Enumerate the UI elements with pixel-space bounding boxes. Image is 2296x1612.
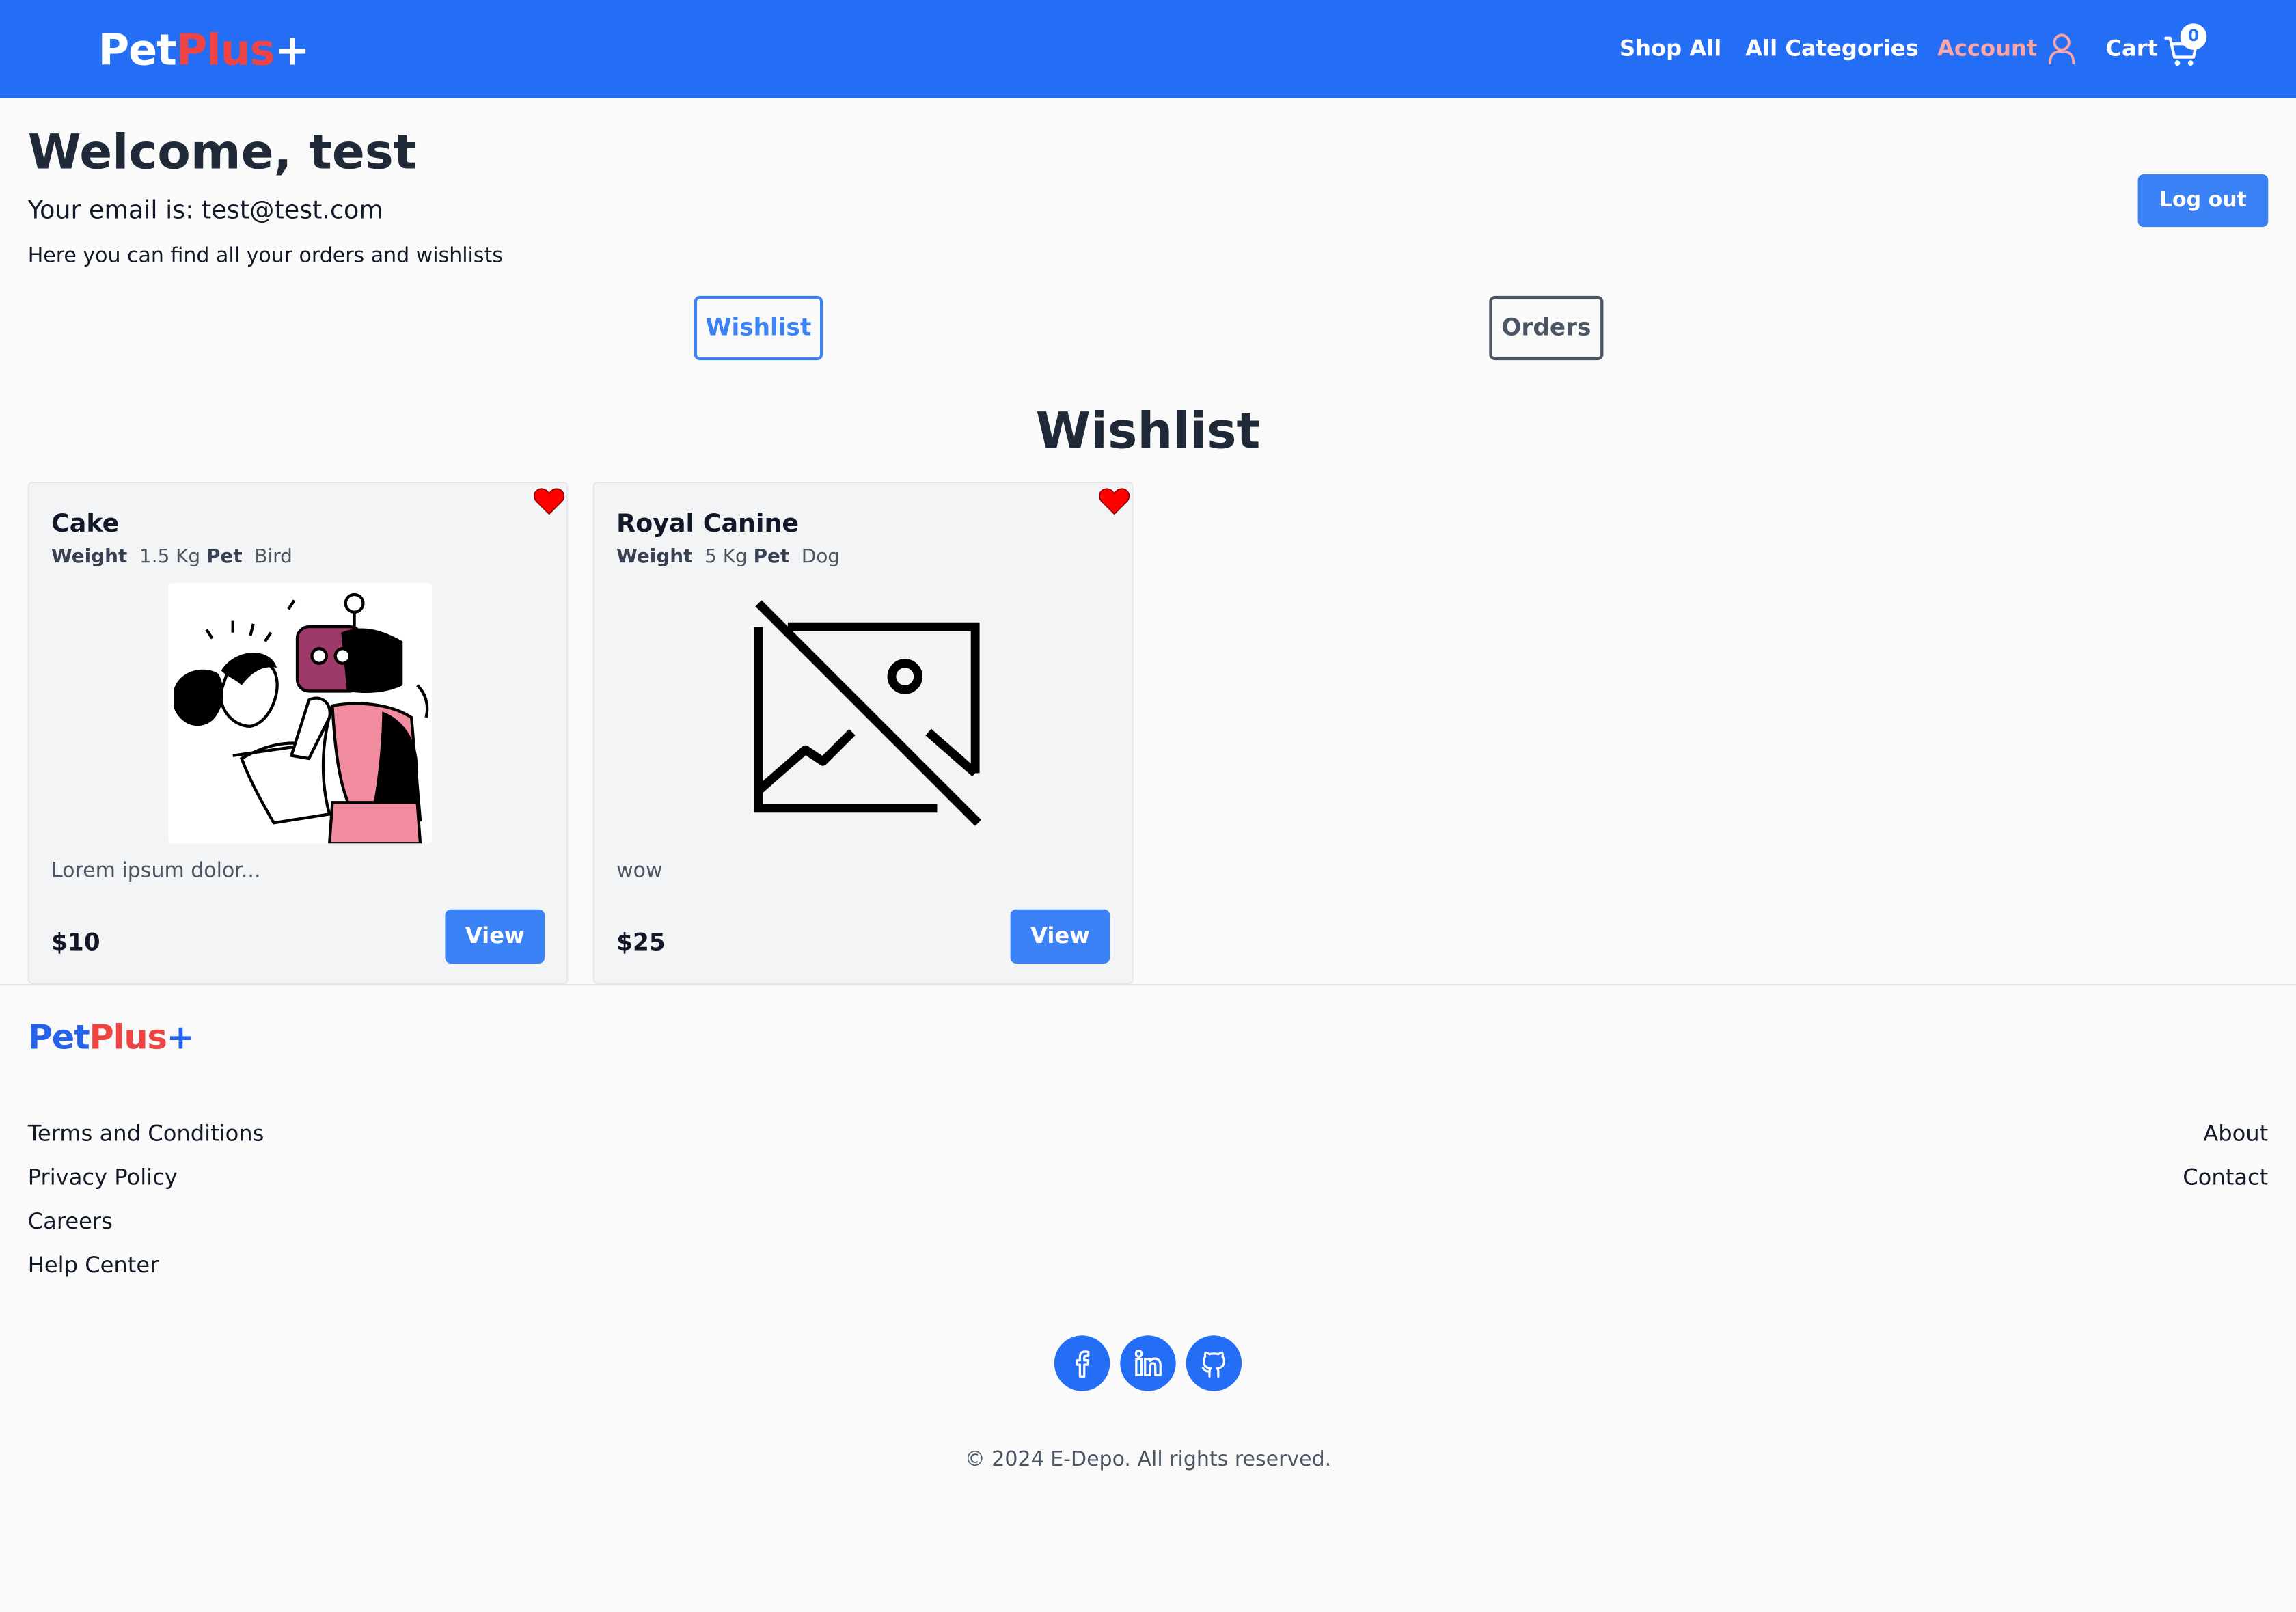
footer-link-help-center[interactable]: Help Center: [28, 1252, 159, 1279]
pet-label: Pet: [206, 546, 243, 569]
github-icon: [1201, 1351, 1226, 1378]
weight-label: Weight: [616, 546, 693, 569]
heart-icon[interactable]: [533, 486, 565, 515]
product-price: $10: [51, 928, 100, 957]
image-unavailable-icon[interactable]: [752, 597, 981, 826]
facebook-button[interactable]: [1054, 1335, 1110, 1391]
nav-all-categories[interactable]: All Categories: [1745, 35, 1918, 62]
pet-value: Dog: [801, 546, 840, 569]
product-meta: Weight 5 Kg Pet Dog: [616, 546, 840, 569]
heart-icon[interactable]: [1098, 486, 1130, 515]
account-description: Here you can find all your orders and wi…: [27, 244, 503, 269]
product-card: Royal Canine Weight 5 Kg Pet Dog wow $25…: [592, 482, 1134, 984]
logo-plus-sign: +: [274, 25, 310, 75]
user-icon[interactable]: [2047, 32, 2077, 65]
tab-orders[interactable]: Orders: [1489, 295, 1604, 361]
footer-link-terms[interactable]: Terms and Conditions: [28, 1120, 264, 1147]
cart-count-badge: 0: [2180, 23, 2207, 50]
footer-link-privacy[interactable]: Privacy Policy: [28, 1164, 178, 1191]
logo-plus-text: Plus: [89, 1019, 167, 1058]
footer-link-careers[interactable]: Careers: [28, 1208, 113, 1235]
view-product-button[interactable]: View: [445, 909, 545, 964]
weight-value: 1.5 Kg: [139, 546, 201, 569]
brand-logo[interactable]: PetPlus+: [98, 23, 310, 76]
site-header: PetPlus+ Shop All All Categories Account…: [0, 0, 2296, 98]
logo-pet-text: Pet: [27, 1019, 90, 1058]
product-name: Cake: [51, 509, 120, 539]
nav-shop-all[interactable]: Shop All: [1620, 35, 1721, 62]
weight-value: 5 Kg: [705, 546, 748, 569]
product-price: $25: [616, 928, 666, 957]
weight-label: Weight: [51, 546, 128, 569]
user-email-text: Your email is: test@test.com: [27, 196, 383, 226]
logo-plus-text: Plus: [176, 25, 275, 75]
person-with-robot-illustration-icon: [174, 592, 429, 845]
footer-divider: [0, 984, 2296, 986]
logo-plus-sign: +: [166, 1019, 195, 1058]
footer-logo[interactable]: PetPlus+: [27, 1016, 195, 1060]
view-product-button[interactable]: View: [1010, 909, 1110, 964]
product-image[interactable]: [168, 582, 433, 845]
pet-value: Bird: [254, 546, 292, 569]
nav-account[interactable]: Account: [1937, 35, 2037, 62]
page-title: Welcome, test: [27, 123, 417, 180]
product-description: wow: [616, 859, 663, 884]
nav-cart[interactable]: Cart: [2105, 35, 2158, 62]
product-card: Cake Weight 1.5 Kg Pet Bird Lorem ipsum …: [27, 482, 569, 984]
product-description: Lorem ipsum dolor...: [51, 859, 261, 884]
logo-pet-text: Pet: [98, 25, 177, 75]
product-meta: Weight 1.5 Kg Pet Bird: [51, 546, 292, 569]
tab-wishlist[interactable]: Wishlist: [694, 295, 823, 361]
footer-link-about[interactable]: About: [2092, 1120, 2268, 1147]
facebook-icon: [1076, 1350, 1090, 1378]
page-root: PetPlus+ Shop All All Categories Account…: [0, 0, 2296, 1612]
linkedin-icon: [1134, 1350, 1162, 1376]
product-name: Royal Canine: [616, 509, 800, 539]
pet-label: Pet: [753, 546, 790, 569]
logout-button[interactable]: Log out: [2137, 174, 2269, 228]
footer-link-contact[interactable]: Contact: [2092, 1164, 2268, 1191]
copyright-text: © 2024 E-Depo. All rights reserved.: [964, 1448, 1332, 1472]
github-button[interactable]: [1186, 1335, 1242, 1391]
wishlist-heading: Wishlist: [1035, 402, 1261, 461]
linkedin-button[interactable]: [1120, 1335, 1176, 1391]
